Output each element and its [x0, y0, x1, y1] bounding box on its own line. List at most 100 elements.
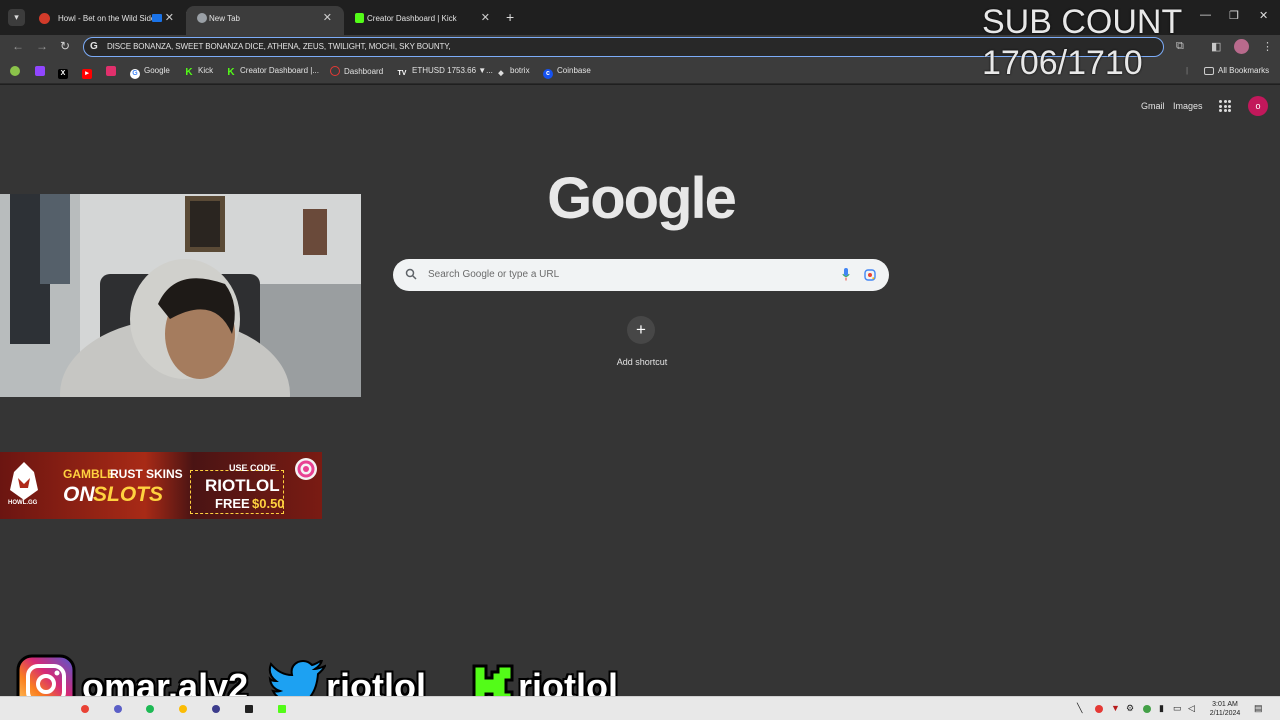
clock-date: 2/11/2024 — [1209, 710, 1241, 717]
profile-avatar-icon[interactable] — [1234, 39, 1249, 54]
google-icon: G — [130, 69, 140, 79]
youtube-icon[interactable]: ▸ — [82, 66, 96, 79]
promo-banner: HOWL.GG GAMBLE RUST SKINS ON SLOTS USE C… — [0, 452, 322, 519]
search-placeholder: Search Google or type a URL — [428, 269, 560, 280]
botrix-icon: ◆ — [498, 70, 504, 77]
app-taskbar-icon[interactable] — [212, 705, 220, 713]
promo-amount: $0.50 — [252, 496, 285, 511]
bookmark-ethusd[interactable]: TV ETHUSD 1753.66 ▼... — [396, 66, 493, 79]
address-bar-text[interactable]: DISCE BONANZA, SWEET BONANZA DICE, ATHEN… — [107, 42, 451, 51]
tab-howl-label: Howl - Bet on the Wild Side — [58, 14, 156, 23]
forward-arrow-icon[interactable]: → — [36, 39, 48, 53]
back-arrow-icon[interactable]: ← — [12, 39, 24, 53]
webcam-scene — [0, 194, 361, 397]
close-icon[interactable]: ✕ — [323, 11, 332, 24]
minimize-icon[interactable]: — — [1200, 9, 1211, 21]
promo-free: FREE — [215, 496, 250, 511]
promo-brand: HOWL.GG — [8, 500, 38, 506]
tradingview-icon: TV — [397, 70, 407, 77]
notifications-icon[interactable]: ▤ — [1254, 703, 1263, 714]
howl-favicon-icon — [39, 13, 50, 24]
tray-display-icon[interactable]: ▭ — [1173, 703, 1182, 714]
howl-wolf-logo-icon — [10, 462, 38, 500]
tab-howl[interactable]: Howl - Bet on the Wild Side ✕ — [28, 6, 186, 35]
bookmark-coinbase-label: Coinbase — [557, 66, 591, 75]
tab-search-icon[interactable]: ▾ — [8, 9, 25, 26]
bookmark-botrix[interactable]: ◆ botrix — [496, 66, 530, 79]
gmail-link[interactable]: Gmail — [1141, 101, 1165, 111]
menu-kebab-icon[interactable]: ⋮ — [1262, 40, 1273, 53]
kick-icon: K — [185, 67, 193, 78]
windows-taskbar: ╲ ▼ ⚙ ▮ ▭ ◁ 3:01 AM 2/11/2024 ▤ — [0, 696, 1280, 720]
tab-kick-label: Creator Dashboard | Kick — [367, 14, 457, 23]
google-lens-icon[interactable] — [864, 269, 876, 281]
add-shortcut-button[interactable]: + — [627, 316, 655, 344]
bookmark-dashboard-label: Dashboard — [344, 67, 384, 76]
bookmark-creator-dashboard-label: Creator Dashboard |... — [240, 66, 320, 75]
bookmark-kick[interactable]: K Kick — [184, 66, 213, 78]
coinbase-icon: c — [543, 69, 553, 79]
spotify-taskbar-icon[interactable] — [146, 705, 154, 713]
bookmark-creator-dashboard[interactable]: K Creator Dashboard |... — [226, 66, 319, 78]
promo-line2b: SLOTS — [93, 483, 164, 506]
close-icon[interactable]: ✕ — [481, 11, 490, 24]
promo-line1: GAMBLE — [63, 467, 115, 481]
images-link[interactable]: Images — [1173, 101, 1203, 111]
tray-volume-icon[interactable]: ◁ — [1188, 703, 1195, 714]
lollipop-icon — [295, 458, 317, 480]
kick-taskbar-icon[interactable] — [278, 705, 286, 713]
bookmark-google[interactable]: G Google — [130, 66, 170, 79]
clock-time: 3:01 AM — [1212, 701, 1238, 708]
tab-new-tab-label: New Tab — [209, 14, 240, 23]
microphone-icon[interactable] — [842, 268, 850, 281]
promo-line2: ON — [63, 483, 95, 506]
bookmark-coinbase[interactable]: c Coinbase — [543, 66, 591, 79]
discord-taskbar-icon[interactable] — [114, 705, 122, 713]
new-tab-plus-icon[interactable]: + — [506, 9, 514, 25]
tab-kick-dashboard[interactable]: Creator Dashboard | Kick ✕ — [344, 6, 502, 35]
folder-icon — [1204, 67, 1214, 75]
tab-new-tab[interactable]: New Tab ✕ — [186, 6, 344, 35]
tray-antivirus-icon[interactable]: ▼ — [1111, 703, 1120, 713]
add-shortcut-label[interactable]: Add shortcut — [602, 357, 682, 367]
bookmark-botrix-label: botrix — [510, 66, 530, 75]
search-box[interactable]: Search Google or type a URL — [393, 259, 889, 291]
reload-icon[interactable]: ↻ — [60, 39, 70, 53]
kick-icon: K — [227, 67, 235, 78]
obs-taskbar-icon[interactable] — [245, 705, 253, 713]
twitch-icon[interactable] — [35, 66, 49, 76]
chrome-favicon-icon — [197, 13, 207, 23]
tray-status-icon[interactable] — [1143, 705, 1151, 713]
restore-icon[interactable]: ❐ — [1229, 9, 1239, 22]
promo-use-code: USE CODE — [229, 463, 277, 473]
all-bookmarks[interactable]: All Bookmarks — [1204, 66, 1269, 75]
bookmark-icon-1[interactable] — [10, 66, 24, 76]
all-bookmarks-label: All Bookmarks — [1218, 66, 1270, 75]
webcam-feed — [0, 194, 361, 397]
chrome-taskbar-icon[interactable] — [81, 705, 89, 713]
tray-record-icon[interactable] — [1095, 705, 1103, 713]
account-avatar[interactable]: o — [1248, 96, 1268, 116]
sub-count-value: 1706/1710 — [982, 44, 1143, 82]
window-close-icon[interactable]: ✕ — [1259, 9, 1268, 22]
promo-line1b: RUST SKINS — [110, 467, 183, 481]
tray-pen-icon[interactable]: ╲ — [1077, 703, 1082, 714]
bookmark-dashboard[interactable]: Dashboard — [330, 66, 383, 76]
chrome-taskbar-icon-2[interactable] — [179, 705, 187, 713]
kick-favicon-icon — [355, 13, 364, 23]
x-icon[interactable]: X — [58, 66, 72, 79]
google-g-icon: G — [90, 41, 98, 52]
tray-settings-icon[interactable]: ⚙ — [1126, 703, 1134, 714]
sub-count-overlay: SUB COUNT 1706/1710 — [982, 2, 1182, 84]
google-logo: Google — [547, 166, 737, 231]
side-panel-icon[interactable]: ◧ — [1211, 40, 1221, 53]
bookmark-google-label: Google — [144, 66, 170, 75]
sub-count-title: SUB COUNT — [982, 3, 1183, 41]
google-apps-icon[interactable] — [1219, 100, 1231, 112]
tray-mic-icon[interactable]: ▮ — [1159, 703, 1164, 714]
taskbar-clock[interactable]: 3:01 AM 2/11/2024 — [1200, 700, 1250, 718]
bookmark-kick-label: Kick — [198, 66, 214, 75]
close-icon[interactable]: ✕ — [165, 11, 174, 24]
instagram-icon[interactable] — [106, 66, 120, 76]
screen: ▾ Howl - Bet on the Wild Side ✕ New Tab … — [0, 0, 1280, 720]
